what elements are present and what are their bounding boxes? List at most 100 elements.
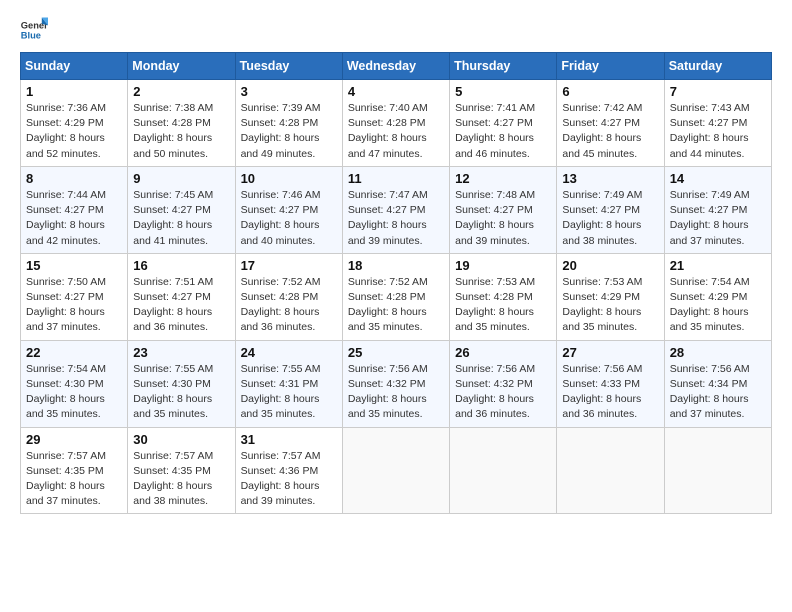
day-info: Sunrise: 7:56 AMSunset: 4:32 PMDaylight:… [455, 363, 535, 421]
day-info: Sunrise: 7:42 AMSunset: 4:27 PMDaylight:… [562, 102, 642, 160]
day-cell: 3 Sunrise: 7:39 AMSunset: 4:28 PMDayligh… [235, 80, 342, 167]
day-number: 16 [133, 258, 229, 273]
week-row-2: 8 Sunrise: 7:44 AMSunset: 4:27 PMDayligh… [21, 166, 772, 253]
day-cell: 31 Sunrise: 7:57 AMSunset: 4:36 PMDaylig… [235, 427, 342, 514]
day-number: 24 [241, 345, 337, 360]
day-number: 14 [670, 171, 766, 186]
day-number: 26 [455, 345, 551, 360]
day-number: 7 [670, 84, 766, 99]
day-cell [664, 427, 771, 514]
day-info: Sunrise: 7:36 AMSunset: 4:29 PMDaylight:… [26, 102, 106, 160]
day-info: Sunrise: 7:40 AMSunset: 4:28 PMDaylight:… [348, 102, 428, 160]
day-cell: 18 Sunrise: 7:52 AMSunset: 4:28 PMDaylig… [342, 253, 449, 340]
logo-icon: General Blue [20, 16, 48, 44]
day-info: Sunrise: 7:43 AMSunset: 4:27 PMDaylight:… [670, 102, 750, 160]
day-cell: 21 Sunrise: 7:54 AMSunset: 4:29 PMDaylig… [664, 253, 771, 340]
day-cell: 27 Sunrise: 7:56 AMSunset: 4:33 PMDaylig… [557, 340, 664, 427]
day-info: Sunrise: 7:56 AMSunset: 4:33 PMDaylight:… [562, 363, 642, 421]
day-cell: 5 Sunrise: 7:41 AMSunset: 4:27 PMDayligh… [450, 80, 557, 167]
day-number: 19 [455, 258, 551, 273]
day-cell [557, 427, 664, 514]
day-cell [342, 427, 449, 514]
day-number: 5 [455, 84, 551, 99]
day-number: 10 [241, 171, 337, 186]
day-info: Sunrise: 7:53 AMSunset: 4:29 PMDaylight:… [562, 276, 642, 334]
day-cell: 29 Sunrise: 7:57 AMSunset: 4:35 PMDaylig… [21, 427, 128, 514]
day-cell: 28 Sunrise: 7:56 AMSunset: 4:34 PMDaylig… [664, 340, 771, 427]
weekday-sunday: Sunday [21, 53, 128, 80]
day-info: Sunrise: 7:55 AMSunset: 4:31 PMDaylight:… [241, 363, 321, 421]
day-cell: 7 Sunrise: 7:43 AMSunset: 4:27 PMDayligh… [664, 80, 771, 167]
day-number: 9 [133, 171, 229, 186]
day-info: Sunrise: 7:52 AMSunset: 4:28 PMDaylight:… [348, 276, 428, 334]
day-number: 31 [241, 432, 337, 447]
week-row-4: 22 Sunrise: 7:54 AMSunset: 4:30 PMDaylig… [21, 340, 772, 427]
day-cell: 20 Sunrise: 7:53 AMSunset: 4:29 PMDaylig… [557, 253, 664, 340]
week-row-3: 15 Sunrise: 7:50 AMSunset: 4:27 PMDaylig… [21, 253, 772, 340]
day-info: Sunrise: 7:50 AMSunset: 4:27 PMDaylight:… [26, 276, 106, 334]
day-cell: 12 Sunrise: 7:48 AMSunset: 4:27 PMDaylig… [450, 166, 557, 253]
day-number: 11 [348, 171, 444, 186]
day-cell: 14 Sunrise: 7:49 AMSunset: 4:27 PMDaylig… [664, 166, 771, 253]
day-info: Sunrise: 7:53 AMSunset: 4:28 PMDaylight:… [455, 276, 535, 334]
weekday-header-row: SundayMondayTuesdayWednesdayThursdayFrid… [21, 53, 772, 80]
day-number: 6 [562, 84, 658, 99]
day-info: Sunrise: 7:57 AMSunset: 4:36 PMDaylight:… [241, 450, 321, 508]
weekday-tuesday: Tuesday [235, 53, 342, 80]
day-cell: 30 Sunrise: 7:57 AMSunset: 4:35 PMDaylig… [128, 427, 235, 514]
day-cell: 13 Sunrise: 7:49 AMSunset: 4:27 PMDaylig… [557, 166, 664, 253]
header: General Blue [20, 16, 772, 44]
day-cell: 16 Sunrise: 7:51 AMSunset: 4:27 PMDaylig… [128, 253, 235, 340]
day-cell: 1 Sunrise: 7:36 AMSunset: 4:29 PMDayligh… [21, 80, 128, 167]
day-number: 13 [562, 171, 658, 186]
day-info: Sunrise: 7:47 AMSunset: 4:27 PMDaylight:… [348, 189, 428, 247]
day-info: Sunrise: 7:38 AMSunset: 4:28 PMDaylight:… [133, 102, 213, 160]
calendar-table: SundayMondayTuesdayWednesdayThursdayFrid… [20, 52, 772, 514]
day-info: Sunrise: 7:54 AMSunset: 4:29 PMDaylight:… [670, 276, 750, 334]
day-number: 3 [241, 84, 337, 99]
day-info: Sunrise: 7:49 AMSunset: 4:27 PMDaylight:… [670, 189, 750, 247]
day-info: Sunrise: 7:52 AMSunset: 4:28 PMDaylight:… [241, 276, 321, 334]
day-cell: 26 Sunrise: 7:56 AMSunset: 4:32 PMDaylig… [450, 340, 557, 427]
day-info: Sunrise: 7:46 AMSunset: 4:27 PMDaylight:… [241, 189, 321, 247]
day-info: Sunrise: 7:48 AMSunset: 4:27 PMDaylight:… [455, 189, 535, 247]
weekday-friday: Friday [557, 53, 664, 80]
day-cell: 25 Sunrise: 7:56 AMSunset: 4:32 PMDaylig… [342, 340, 449, 427]
day-info: Sunrise: 7:49 AMSunset: 4:27 PMDaylight:… [562, 189, 642, 247]
day-number: 20 [562, 258, 658, 273]
day-info: Sunrise: 7:57 AMSunset: 4:35 PMDaylight:… [26, 450, 106, 508]
week-row-1: 1 Sunrise: 7:36 AMSunset: 4:29 PMDayligh… [21, 80, 772, 167]
day-cell: 17 Sunrise: 7:52 AMSunset: 4:28 PMDaylig… [235, 253, 342, 340]
day-cell: 24 Sunrise: 7:55 AMSunset: 4:31 PMDaylig… [235, 340, 342, 427]
day-cell: 23 Sunrise: 7:55 AMSunset: 4:30 PMDaylig… [128, 340, 235, 427]
weekday-saturday: Saturday [664, 53, 771, 80]
weekday-wednesday: Wednesday [342, 53, 449, 80]
day-number: 2 [133, 84, 229, 99]
day-number: 23 [133, 345, 229, 360]
day-number: 4 [348, 84, 444, 99]
day-info: Sunrise: 7:39 AMSunset: 4:28 PMDaylight:… [241, 102, 321, 160]
day-cell: 15 Sunrise: 7:50 AMSunset: 4:27 PMDaylig… [21, 253, 128, 340]
weekday-monday: Monday [128, 53, 235, 80]
day-number: 29 [26, 432, 122, 447]
calendar-body: 1 Sunrise: 7:36 AMSunset: 4:29 PMDayligh… [21, 80, 772, 514]
day-info: Sunrise: 7:55 AMSunset: 4:30 PMDaylight:… [133, 363, 213, 421]
day-cell: 9 Sunrise: 7:45 AMSunset: 4:27 PMDayligh… [128, 166, 235, 253]
day-cell: 11 Sunrise: 7:47 AMSunset: 4:27 PMDaylig… [342, 166, 449, 253]
day-cell: 2 Sunrise: 7:38 AMSunset: 4:28 PMDayligh… [128, 80, 235, 167]
day-info: Sunrise: 7:45 AMSunset: 4:27 PMDaylight:… [133, 189, 213, 247]
day-cell: 4 Sunrise: 7:40 AMSunset: 4:28 PMDayligh… [342, 80, 449, 167]
day-number: 17 [241, 258, 337, 273]
day-info: Sunrise: 7:44 AMSunset: 4:27 PMDaylight:… [26, 189, 106, 247]
day-number: 21 [670, 258, 766, 273]
day-number: 18 [348, 258, 444, 273]
day-number: 8 [26, 171, 122, 186]
day-info: Sunrise: 7:57 AMSunset: 4:35 PMDaylight:… [133, 450, 213, 508]
day-number: 27 [562, 345, 658, 360]
day-number: 22 [26, 345, 122, 360]
day-cell: 6 Sunrise: 7:42 AMSunset: 4:27 PMDayligh… [557, 80, 664, 167]
day-number: 15 [26, 258, 122, 273]
day-number: 12 [455, 171, 551, 186]
day-info: Sunrise: 7:56 AMSunset: 4:32 PMDaylight:… [348, 363, 428, 421]
day-number: 30 [133, 432, 229, 447]
